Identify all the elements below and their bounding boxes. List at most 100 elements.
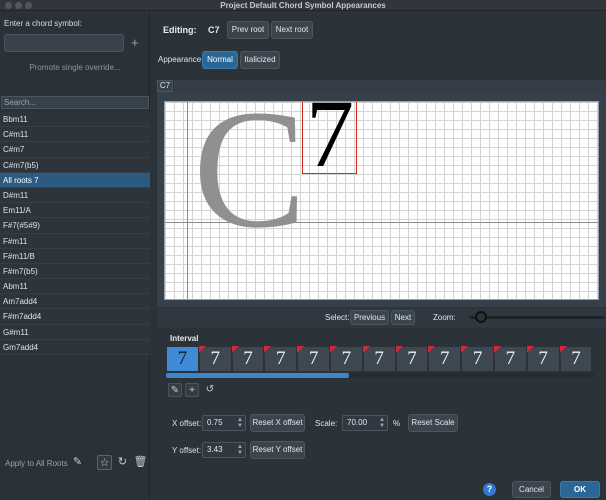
add-tool-icon[interactable]: +: [185, 383, 199, 397]
zoom-slider-track[interactable]: [469, 316, 605, 319]
interval-cell[interactable]: 7: [461, 346, 494, 372]
list-item[interactable]: Em11/A: [0, 203, 150, 219]
next-root-button[interactable]: Next root: [271, 21, 313, 39]
interval-cell-glyph: 7: [472, 348, 483, 369]
list-item[interactable]: F#m11: [0, 233, 150, 249]
override-flag-icon: [493, 346, 501, 353]
interval-cell-glyph: 7: [177, 348, 188, 369]
reset-icon[interactable]: ↻: [115, 455, 130, 470]
normal-toggle[interactable]: Normal: [202, 51, 238, 69]
y-offset-value: 3.43: [207, 445, 223, 454]
italicized-toggle[interactable]: Italicized: [240, 51, 280, 69]
interval-cell-glyph: 7: [571, 348, 581, 369]
zoom-label: Zoom:: [433, 313, 456, 322]
list-item[interactable]: F#m11/B: [0, 248, 150, 264]
interval-cell[interactable]: 7: [329, 346, 363, 372]
reset-scale-button[interactable]: Reset Scale: [408, 414, 458, 432]
interval-cell[interactable]: 7: [362, 346, 396, 372]
interval-cell[interactable]: 7: [395, 346, 429, 372]
interval-cells: 7 7 7 7 7 7 7 7 7 7 7 7 7: [166, 346, 594, 373]
interval-label: Interval: [170, 334, 199, 343]
enter-chord-label: Enter a chord symbol:: [4, 19, 82, 28]
x-offset-field[interactable]: 0.75 ▲ ▼: [202, 415, 246, 431]
previous-button[interactable]: Previous: [350, 310, 389, 325]
scale-label: Scale:: [315, 419, 338, 428]
ok-button[interactable]: OK: [560, 481, 600, 498]
stepper-icon[interactable]: ▲ ▼: [237, 444, 243, 456]
y-offset-label: Y offset:: [172, 446, 202, 455]
stepper-icon[interactable]: ▲ ▼: [379, 417, 385, 429]
list-item[interactable]: C#m11: [0, 127, 150, 143]
list-item[interactable]: F#m7add4: [0, 309, 150, 325]
pencil-tool-icon[interactable]: ✎: [168, 383, 182, 397]
scale-field[interactable]: 70.00 ▲ ▼: [342, 415, 388, 431]
reset-y-offset-button[interactable]: Reset Y offset: [250, 441, 305, 459]
interval-cell-glyph: 7: [276, 348, 286, 369]
help-icon[interactable]: ?: [483, 483, 496, 496]
add-chord-icon[interactable]: +: [131, 35, 139, 50]
suffix-glyph[interactable]: 7: [306, 102, 354, 182]
y-offset-field[interactable]: 3.43 ▲ ▼: [202, 442, 246, 458]
list-item[interactable]: D#m11: [0, 187, 150, 204]
promote-override-button[interactable]: Promote single override...: [0, 63, 150, 72]
list-item[interactable]: Gm7add4: [0, 339, 150, 355]
list-item[interactable]: Abm11: [0, 279, 150, 295]
override-flag-icon: [198, 346, 206, 353]
interval-cell-glyph: 7: [210, 348, 220, 369]
interval-cell-glyph: 7: [440, 348, 450, 369]
search-input[interactable]: [1, 96, 149, 109]
editing-chord: C7: [208, 25, 220, 35]
stepper-icon[interactable]: ▲ ▼: [237, 417, 243, 429]
override-flag-icon: [231, 346, 239, 353]
reset-x-offset-button[interactable]: Reset X offset: [250, 414, 305, 432]
override-flag-icon: [264, 346, 272, 353]
interval-cell[interactable]: 7: [559, 346, 593, 372]
edit-pencil-icon[interactable]: ✎: [70, 455, 85, 470]
override-flag-icon: [461, 346, 469, 353]
list-item[interactable]: F#m7(b5): [0, 263, 150, 280]
interval-cell-glyph: 7: [538, 348, 548, 369]
apply-to-all-roots-button[interactable]: Apply to All Roots: [5, 459, 68, 468]
list-item[interactable]: F#7(#5#9): [0, 218, 150, 234]
interval-cell[interactable]: 7: [297, 346, 330, 372]
root-glyph: C: [193, 101, 307, 263]
override-flag-icon: [559, 346, 567, 353]
chord-symbol-input[interactable]: [4, 34, 124, 52]
list-item[interactable]: All roots 7: [0, 172, 150, 188]
interval-cell-glyph: 7: [243, 348, 253, 369]
interval-cell[interactable]: 7: [526, 346, 560, 372]
interval-cell[interactable]: 7: [428, 346, 462, 372]
star-icon[interactable]: ☆: [97, 455, 112, 470]
left-footer: Apply to All Roots ✎ ☆ ↻ 🗑: [0, 452, 150, 474]
interval-cell[interactable]: 7: [493, 346, 527, 372]
window-title: Project Default Chord Symbol Appearances: [220, 1, 386, 10]
preview-canvas[interactable]: C 7: [164, 101, 599, 300]
interval-cell-glyph: 7: [308, 348, 319, 369]
x-offset-value: 0.75: [207, 418, 223, 427]
preview-tab[interactable]: C7: [157, 80, 173, 92]
interval-cell[interactable]: 7: [166, 346, 199, 372]
title-bar: Project Default Chord Symbol Appearances: [0, 0, 606, 11]
cancel-button[interactable]: Cancel: [512, 481, 551, 498]
list-item[interactable]: C#m7(b5): [0, 157, 150, 173]
list-item[interactable]: C#m7: [0, 142, 150, 158]
next-button[interactable]: Next: [391, 310, 415, 325]
preview-tab-bar: [174, 80, 606, 92]
undo-icon[interactable]: ↺: [203, 383, 217, 397]
interval-cell[interactable]: 7: [231, 346, 265, 372]
chord-list-panel: Enter a chord symbol: + Promote single o…: [0, 12, 150, 500]
list-item[interactable]: G#m11: [0, 324, 150, 340]
interval-cell-glyph: 7: [407, 348, 417, 369]
interval-scrollbar-thumb[interactable]: [166, 373, 349, 378]
trash-icon[interactable]: 🗑: [133, 455, 148, 470]
scale-value: 70.00: [347, 418, 368, 427]
override-flag-icon: [329, 346, 337, 353]
override-flag-icon: [297, 346, 305, 353]
interval-cell[interactable]: 7: [198, 346, 232, 372]
appearance-label: Appearance:: [158, 55, 204, 64]
list-item[interactable]: Bbm11: [0, 112, 150, 128]
list-item[interactable]: Am7add4: [0, 294, 150, 310]
interval-cell[interactable]: 7: [264, 346, 298, 372]
prev-root-button[interactable]: Prev root: [227, 21, 269, 39]
override-flag-icon: [526, 346, 534, 353]
